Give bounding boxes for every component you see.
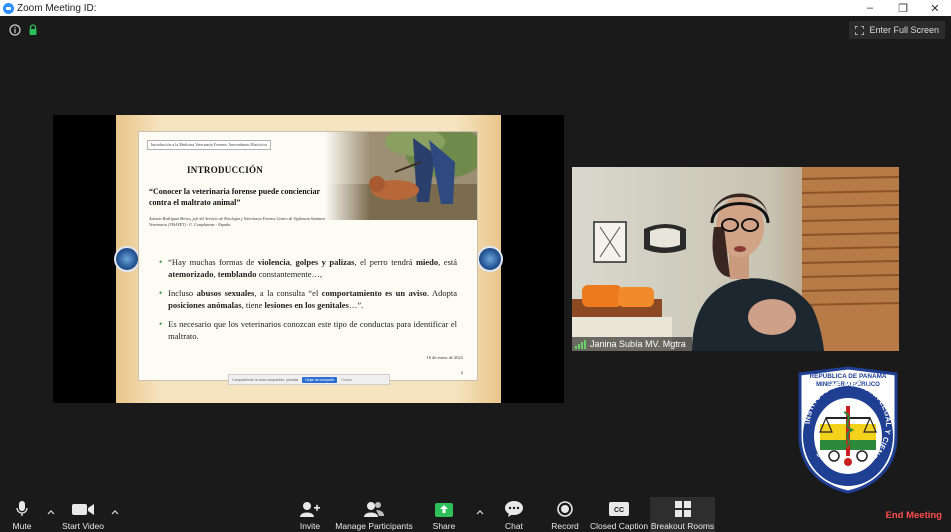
zoom-meeting-window: Zoom Meeting ID: – ❐ ✕ Enter Full Screen… <box>0 0 951 532</box>
logo-line-1: REPÚBLICA DE PANAMÁ <box>809 371 886 380</box>
minimize-icon[interactable]: – <box>853 0 887 16</box>
dog-abuse-photo <box>325 132 477 220</box>
stop-share-button[interactable]: Dejar de compartir <box>302 376 338 383</box>
start-video-label: Start Video <box>62 521 104 531</box>
slide-bullet-run: , está <box>438 257 458 267</box>
slide-bullet: • Es necesario que los veterinarios conoz… <box>159 318 457 342</box>
slide-bullet-run: , a la consulta “el <box>254 288 322 298</box>
title-bar: Zoom Meeting ID: – ❐ ✕ <box>0 0 951 16</box>
breakout-rooms-icon <box>674 501 691 517</box>
share-options-caret-icon[interactable] <box>475 507 485 517</box>
slide-title: INTRODUCCIÓN <box>187 165 264 175</box>
fullscreen-icon <box>855 25 865 35</box>
slide-bullet-bold-run: posiciones anómalas <box>168 300 242 310</box>
manage-participants-label: Manage Participants <box>335 521 413 531</box>
left-slide-logo-icon <box>114 246 140 272</box>
chat-bubble-icon <box>505 501 523 517</box>
instituto-medicina-legal-logo: REPÚBLICA DE PANAMÁ MINISTERIO PÚBLICO I… <box>798 366 898 494</box>
share-screen-icon <box>435 503 453 517</box>
video-camera-icon <box>72 503 94 515</box>
slide-bullet-bold-run: abusos sexuales <box>196 288 255 298</box>
slide-bullet-text: Incluso abusos sexuales, a la consulta “… <box>168 287 457 311</box>
closed-caption-label: Closed Caption <box>589 521 649 531</box>
slide-bullet: • Incluso abusos sexuales, a la consulta … <box>159 287 457 311</box>
bullet-marker-icon: • <box>159 288 163 298</box>
slide-bullet-run: . Adopta <box>426 288 458 298</box>
meeting-toolbar: Mute Start Video Invite Manage Participa… <box>0 497 951 532</box>
slide-bullet-run: “Hay muchas formas de <box>168 257 258 267</box>
right-slide-logo-icon <box>477 246 503 272</box>
closed-caption-icon: CC <box>609 502 629 516</box>
slide-bullet-run: , tiene <box>241 300 265 310</box>
shield-lock-icon[interactable] <box>27 24 39 36</box>
slide-bullet-bold-run: violencia <box>257 257 290 267</box>
enter-full-screen-button[interactable]: Enter Full Screen <box>849 21 945 39</box>
closed-caption-button[interactable]: CC Closed Caption <box>590 497 648 532</box>
presentation-slide: Introducción a la Medicina Veterinaria F… <box>114 115 503 403</box>
record-icon <box>557 501 573 517</box>
bullet-marker-icon: • <box>159 257 163 267</box>
slide-bullet-bold-run: lesiones en los genitales <box>264 300 349 310</box>
slide-bullet-run: , el perro tendrá <box>354 257 416 267</box>
hide-share-bar-button[interactable]: Ocultar <box>341 378 352 382</box>
slide-quote: “Conocer la veterinaria forense puede co… <box>149 187 320 207</box>
slide-header: Introducción a la Medicina Veterinaria F… <box>147 140 272 150</box>
fullscreen-label: Enter Full Screen <box>869 25 939 35</box>
share-screen-button[interactable]: Share <box>428 497 460 532</box>
end-meeting-button[interactable]: End Meeting <box>886 510 942 521</box>
slide-date: 16 de enero de 2022 <box>426 355 464 360</box>
record-label: Record <box>551 521 579 531</box>
window-title: Zoom Meeting ID: <box>17 2 97 14</box>
slide-bullet: • “Hay muchas formas de violencia, golpes… <box>159 256 457 280</box>
slide-content: Introducción a la Medicina Veterinaria F… <box>138 131 478 381</box>
invite-person-icon <box>300 502 320 517</box>
chat-label: Chat <box>505 521 523 531</box>
restore-icon[interactable]: ❐ <box>886 0 920 16</box>
share-label: Share <box>432 521 456 531</box>
mute-label: Mute <box>12 521 32 531</box>
slide-bullet-text: Es necesario que los veterinarios conozc… <box>168 318 457 342</box>
invite-button[interactable]: Invite <box>293 497 327 532</box>
slide-bullet-text: “Hay muchas formas de violencia, golpes … <box>168 256 457 280</box>
breakout-rooms-label: Breakout Rooms <box>650 521 715 531</box>
slide-bullet-bold-run: golpes y palizas <box>295 257 355 267</box>
slide-reference: Antonio Rodríguez Bertos, jefe del Servi… <box>149 216 326 227</box>
participant-video-feed <box>572 167 899 351</box>
share-hint-text: Compartiendo la vista compartida. pantal… <box>232 377 299 382</box>
slide-bullets: • “Hay muchas formas de violencia, golpes… <box>159 256 457 349</box>
participant-name-tag: Janina Subía MV. Mgtra <box>572 337 692 351</box>
microphone-icon <box>16 501 28 516</box>
video-options-caret-icon[interactable] <box>110 507 120 517</box>
participant-name: Janina Subía MV. Mgtra <box>590 339 686 349</box>
slide-bullet-run: Incluso <box>168 288 197 298</box>
participants-icon <box>364 502 384 517</box>
mute-button[interactable]: Mute <box>4 497 40 532</box>
share-notification-bar: Compartiendo la vista compartida. pantal… <box>228 374 390 385</box>
manage-participants-button[interactable]: Manage Participants <box>334 497 414 532</box>
slide-bullet-bold-run: comportamiento es un aviso <box>321 288 427 298</box>
zoom-logo-icon <box>3 2 14 14</box>
slide-bullet-bold-run: atemorizado <box>168 269 214 279</box>
svg-text:CC: CC <box>614 507 624 514</box>
slide-page-number: 5 <box>460 370 463 375</box>
slide-bullet-bold-run: miedo <box>415 257 439 267</box>
start-video-button[interactable]: Start Video <box>60 497 106 532</box>
slide-bullet-run: constantemente…, <box>256 269 323 279</box>
signal-bars-icon <box>575 339 586 349</box>
slide-bullet-run: Es necesario que los veterinarios conozc… <box>168 319 457 341</box>
invite-label: Invite <box>299 521 321 531</box>
breakout-rooms-button[interactable]: Breakout Rooms <box>650 497 715 532</box>
shared-screen: Introducción a la Medicina Veterinaria F… <box>53 115 564 403</box>
record-button[interactable]: Record <box>548 497 582 532</box>
participant-video-tile[interactable]: Janina Subía MV. Mgtra <box>572 167 899 351</box>
info-icon[interactable] <box>9 24 21 36</box>
bullet-marker-icon: • <box>159 319 163 329</box>
slide-bullet-bold-run: temblando <box>217 269 257 279</box>
chat-button[interactable]: Chat <box>499 497 529 532</box>
audio-options-caret-icon[interactable] <box>46 507 56 517</box>
close-icon[interactable]: ✕ <box>918 0 951 16</box>
slide-bullet-run: …”. <box>348 300 364 310</box>
